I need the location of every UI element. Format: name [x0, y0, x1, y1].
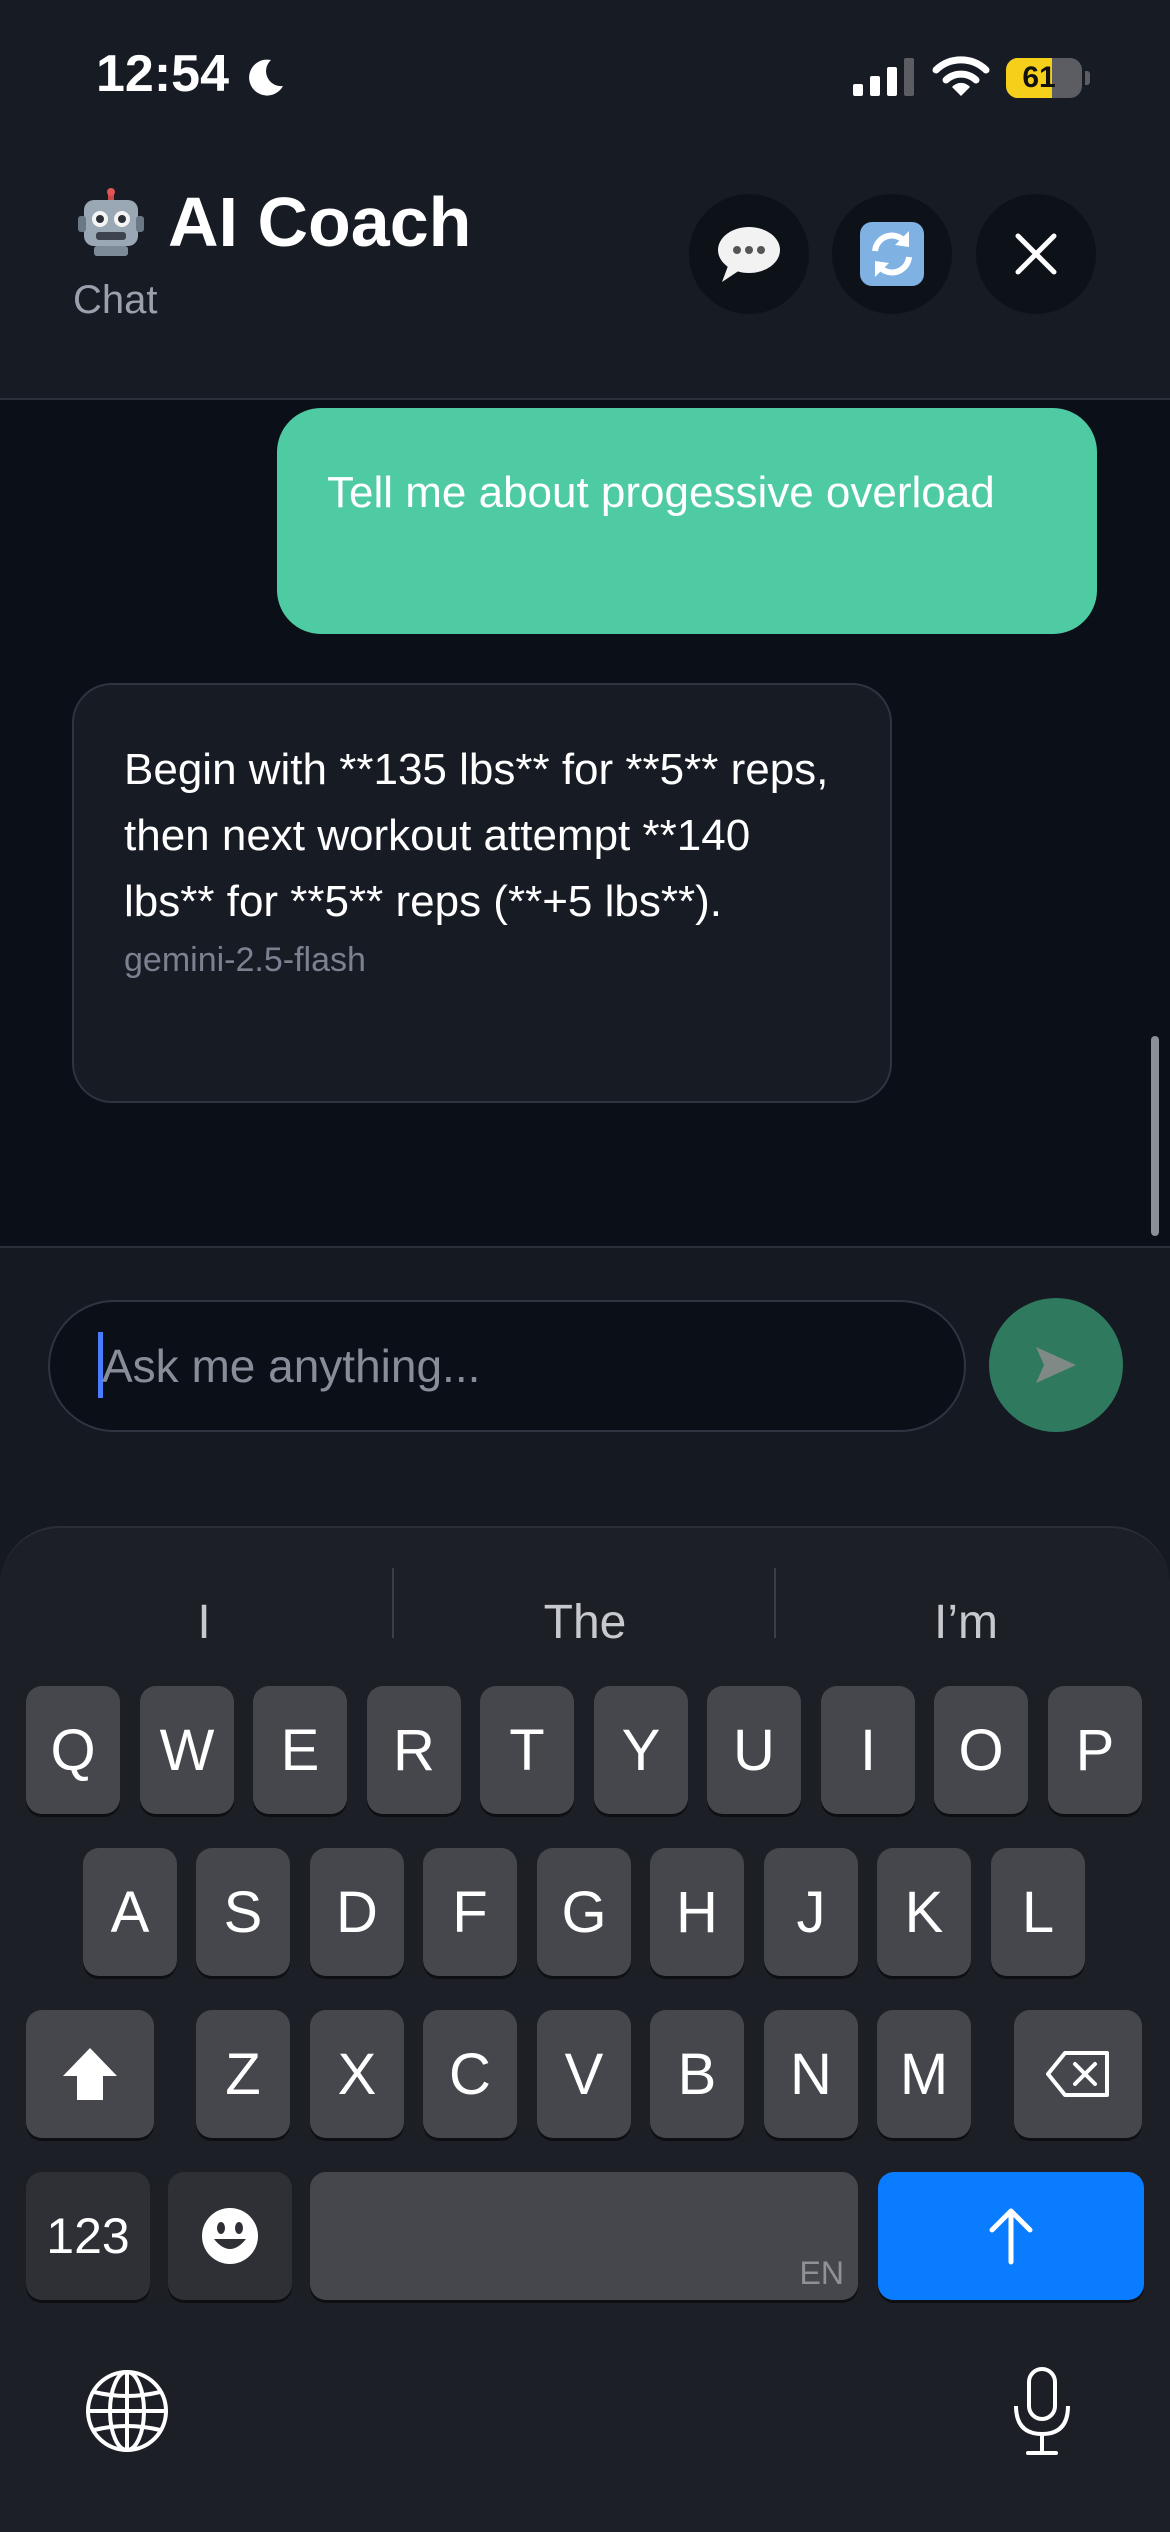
- key-p[interactable]: P: [1048, 1686, 1142, 1814]
- page-subtitle: Chat: [73, 278, 158, 322]
- close-button[interactable]: [976, 194, 1096, 314]
- backspace-icon: [1046, 2051, 1109, 2097]
- send-button[interactable]: [989, 1298, 1123, 1432]
- key-c[interactable]: C: [423, 2010, 517, 2138]
- send-icon: [1036, 1347, 1076, 1383]
- close-icon: [1015, 233, 1057, 275]
- key-q[interactable]: Q: [26, 1686, 120, 1814]
- key-y[interactable]: Y: [594, 1686, 688, 1814]
- backspace-key[interactable]: [1014, 2010, 1142, 2138]
- shift-icon: [63, 2048, 117, 2100]
- refresh-button[interactable]: [832, 194, 952, 314]
- shift-key[interactable]: [26, 2010, 154, 2138]
- key-g[interactable]: G: [537, 1848, 631, 1976]
- space-key[interactable]: EN: [310, 2172, 858, 2300]
- user-message: Tell me about progessive overload: [277, 408, 1097, 634]
- key-r[interactable]: R: [367, 1686, 461, 1814]
- suggestion-1[interactable]: I: [14, 1578, 394, 1668]
- refresh-icon: [860, 222, 924, 286]
- status-time: 12:54: [96, 45, 229, 103]
- wifi-icon: [932, 56, 990, 96]
- robot-emoji-icon: [78, 188, 144, 256]
- message-input-placeholder: Ask me anything...: [102, 1340, 481, 1392]
- moon-icon: [249, 59, 283, 96]
- return-key[interactable]: [878, 2172, 1144, 2300]
- key-x[interactable]: X: [310, 2010, 404, 2138]
- key-k[interactable]: K: [877, 1848, 971, 1976]
- key-n[interactable]: N: [764, 2010, 858, 2138]
- keyboard: I The I’m Q W E R T Y U I O P A S D F G …: [0, 1526, 1170, 2532]
- numbers-key[interactable]: 123: [26, 2172, 150, 2300]
- chat-header: AI Coach Chat: [0, 150, 1170, 400]
- globe-icon[interactable]: [84, 2368, 170, 2454]
- chat-history-button[interactable]: [689, 194, 809, 314]
- key-s[interactable]: S: [196, 1848, 290, 1976]
- key-t[interactable]: T: [480, 1686, 574, 1814]
- emoji-key[interactable]: [168, 2172, 292, 2300]
- key-z[interactable]: Z: [196, 2010, 290, 2138]
- assistant-message: Begin with **135 lbs** for **5** reps, t…: [72, 683, 892, 1103]
- status-bar: 12:54 61: [0, 0, 1170, 150]
- key-m[interactable]: M: [877, 2010, 971, 2138]
- key-h[interactable]: H: [650, 1848, 744, 1976]
- emoji-icon: [202, 2208, 258, 2264]
- key-b[interactable]: B: [650, 2010, 744, 2138]
- page-title: AI Coach: [168, 183, 472, 261]
- key-i[interactable]: I: [821, 1686, 915, 1814]
- message-input[interactable]: Ask me anything...: [48, 1300, 966, 1432]
- scrollbar[interactable]: [1151, 1036, 1159, 1236]
- key-w[interactable]: W: [140, 1686, 234, 1814]
- assistant-message-text: Begin with **135 lbs** for **5** reps, t…: [124, 745, 829, 926]
- key-o[interactable]: O: [934, 1686, 1028, 1814]
- key-j[interactable]: J: [764, 1848, 858, 1976]
- chat-messages[interactable]: Tell me about progessive overload Begin …: [0, 400, 1170, 1246]
- return-arrow-icon: [989, 2208, 1033, 2265]
- chat-bubble-icon: [718, 227, 780, 282]
- key-v[interactable]: V: [537, 2010, 631, 2138]
- key-a[interactable]: A: [83, 1848, 177, 1976]
- suggestion-divider: [392, 1568, 394, 1638]
- key-l[interactable]: L: [991, 1848, 1085, 1976]
- key-e[interactable]: E: [253, 1686, 347, 1814]
- suggestion-2[interactable]: The: [395, 1578, 775, 1668]
- key-d[interactable]: D: [310, 1848, 404, 1976]
- microphone-icon[interactable]: [1010, 2366, 1074, 2458]
- composer: Ask me anything...: [0, 1246, 1170, 1526]
- suggestion-3[interactable]: I’m: [776, 1578, 1156, 1668]
- cellular-signal-icon: [853, 58, 914, 96]
- battery-percent: 61: [1022, 61, 1056, 94]
- keyboard-language: EN: [799, 2255, 844, 2291]
- model-label: gemini-2.5-flash: [124, 941, 366, 979]
- key-u[interactable]: U: [707, 1686, 801, 1814]
- battery-icon: 61: [1006, 58, 1090, 98]
- key-f[interactable]: F: [423, 1848, 517, 1976]
